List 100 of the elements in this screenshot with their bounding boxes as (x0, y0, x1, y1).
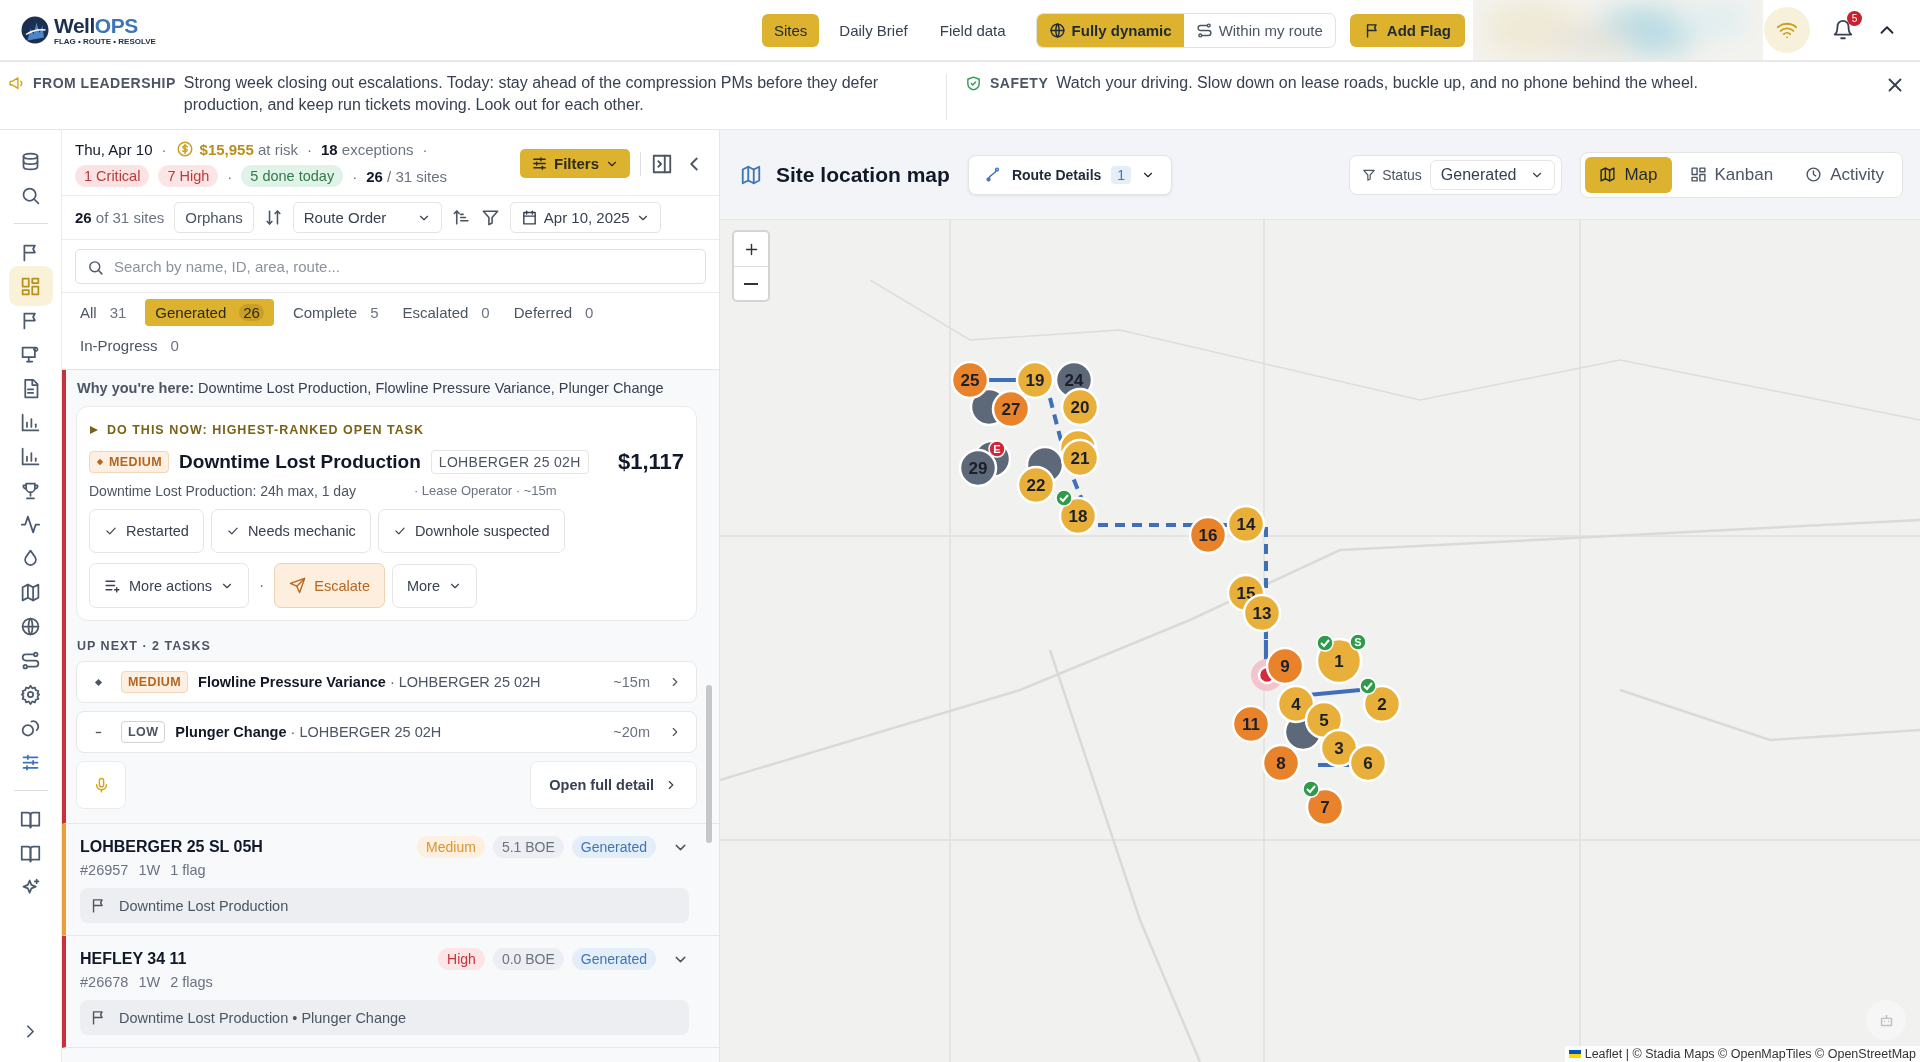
task-detail: Downtime Lost Production: 24h max, 1 day (89, 483, 356, 499)
task-title: Flowline Pressure Variance (198, 674, 386, 690)
grid-icon (20, 275, 41, 297)
mode-toggle[interactable]: Fully dynamic (1036, 13, 1184, 47)
map-marker[interactable]: 22 (1016, 465, 1056, 505)
summary-count: 18 exceptions (321, 140, 414, 158)
view-tab[interactable]: Map (1585, 156, 1672, 193)
map-attribution: Leaflet | © Stadia Maps © OpenMapTiles © OpenStreetMap (1584, 1047, 1916, 1061)
quick-action-button[interactable]: Needs mechanic (210, 509, 371, 553)
status-tab[interactable]: Deferred 0 (508, 299, 599, 326)
map-icon (740, 163, 762, 186)
section-heading: UP NEXT · 2 TASKS (77, 639, 212, 653)
priority-badge: High (438, 948, 485, 970)
filters-button[interactable]: Filters (520, 149, 630, 178)
quick-action-button[interactable]: Downhole suspected (377, 509, 565, 553)
filter-button[interactable] (480, 208, 500, 227)
scrollbar[interactable] (706, 685, 712, 843)
notifications-button[interactable] (1832, 19, 1854, 41)
site-card[interactable]: LOHBERGER 25 SL 05H Medium 5.1 BOE Generated #26957 1W 1 flag Downtime Lost Production (62, 824, 719, 936)
view-tab[interactable]: Activity (1791, 156, 1898, 193)
map-marker[interactable]: 27 (991, 389, 1031, 429)
site-meta: #26678 (80, 974, 129, 990)
site-name: · LOHBERGER 25 02H (389, 674, 541, 690)
sort-ascending-icon (451, 208, 471, 227)
map-marker[interactable]: 11 (1231, 704, 1271, 744)
site-card[interactable]: HEFLEY 34 11 High 0.0 BOE Generated #26678 1W 2 flags Downtime Lost Production • Plunger Change (62, 936, 719, 1048)
map-marker[interactable]: 6 (1348, 743, 1388, 783)
diamond-icon (94, 677, 103, 687)
site-meta: 1W (138, 974, 161, 990)
map-icon (1599, 166, 1617, 183)
view-tab[interactable]: Kanban (1675, 156, 1788, 193)
bell-icon (1832, 19, 1854, 41)
task-meta: · Lease Operator · ~15m (413, 483, 557, 499)
map-title: Site location map (776, 162, 950, 187)
summary-date: Thu, Apr 10 (75, 140, 153, 158)
escalate-button[interactable]: Escalate (274, 563, 385, 608)
marker-tag: S (1349, 633, 1367, 651)
nav-tab[interactable]: Daily Brief (827, 13, 920, 47)
orphans-button[interactable]: Orphans (174, 202, 254, 233)
search-field[interactable]: Search by name, ID, area, route... (75, 249, 706, 284)
map-marker[interactable]: 19 (1015, 360, 1055, 400)
nav-tab[interactable]: Field data (927, 13, 1018, 47)
route-details-button[interactable]: Route Details 1 (967, 154, 1173, 195)
site-meta: 2 flags (170, 974, 213, 990)
priority-badge: MEDIUM (89, 451, 170, 473)
panel-toggle-button[interactable] (651, 152, 673, 175)
notification-count: 5 (1847, 11, 1862, 26)
calendar-icon (520, 209, 538, 226)
activity-icon (20, 513, 41, 535)
map-marker[interactable]: 9 (1265, 646, 1305, 686)
task-title: Downtime Lost Production (179, 451, 421, 473)
sort-order-select[interactable]: Route Order (292, 202, 442, 233)
map-marker[interactable]: 14 (1226, 504, 1266, 544)
map-marker[interactable]: 7 (1305, 787, 1345, 827)
route-icon (20, 649, 41, 671)
map-marker[interactable]: 8 (1261, 743, 1301, 783)
sliders-icon (531, 155, 548, 172)
more-actions-button[interactable]: More actions (89, 563, 249, 608)
more-button[interactable]: More (391, 563, 477, 608)
map-marker[interactable]: 16 (1188, 515, 1228, 555)
site-meta: 1 flag (170, 862, 206, 878)
marker-tag: E (988, 440, 1006, 458)
flag-icon (1568, 1050, 1581, 1058)
add-flag-button[interactable]: Add Flag (1349, 13, 1465, 47)
status-tab[interactable]: In-Progress 0 (75, 332, 184, 359)
status-tab[interactable]: Generated 26 (145, 299, 274, 326)
site-tag: LOHBERGER 25 02H (430, 450, 589, 474)
send-icon (289, 577, 307, 594)
sort-button[interactable] (451, 208, 471, 227)
status-select[interactable]: Generated (1429, 159, 1556, 190)
production-badge: 5.1 BOE (492, 836, 564, 858)
mode-toggle[interactable]: Within my route (1183, 13, 1335, 47)
brand-name: WellOPS (54, 14, 139, 36)
route-icon (984, 166, 1002, 183)
separator-dot: · (422, 140, 428, 158)
globe-icon (1048, 21, 1066, 39)
sidebar-button[interactable] (8, 266, 53, 306)
sort-arrows-icon (263, 208, 283, 227)
status-badge: Generated (571, 836, 656, 858)
task-row[interactable]: LOW Plunger Change · LOHBERGER 25 02H ~20m (76, 711, 697, 753)
status-tab[interactable]: Complete 5 (287, 299, 384, 326)
task-row[interactable]: MEDIUM Flowline Pressure Variance · LOHBERGER 25 02H ~15m (76, 661, 697, 703)
sort-direction-button[interactable] (263, 208, 283, 227)
map-marker[interactable]: 20 (1060, 387, 1100, 427)
production-badge: 0.0 BOE (492, 948, 564, 970)
logo-icon (20, 15, 50, 45)
globe-icon (20, 615, 41, 637)
map-marker[interactable]: 21 (1060, 438, 1100, 478)
nav-tab[interactable]: Sites (762, 13, 820, 47)
status-tab[interactable]: Escalated 0 (397, 299, 495, 326)
open-detail-button[interactable]: Open full detail (530, 761, 697, 809)
date-picker[interactable]: Apr 10, 2025 (509, 202, 661, 233)
site-count: 26 of 31 sites (75, 209, 165, 226)
site-meta: #26957 (80, 862, 129, 878)
separator-dot: · (352, 167, 358, 185)
status-tab[interactable]: All 31 (75, 299, 132, 326)
quick-action-button[interactable]: Restarted (89, 509, 204, 553)
time-estimate: ~20m (613, 724, 650, 740)
site-name: · LOHBERGER 25 02H (290, 724, 442, 740)
map-marker[interactable]: 25 (950, 360, 990, 400)
